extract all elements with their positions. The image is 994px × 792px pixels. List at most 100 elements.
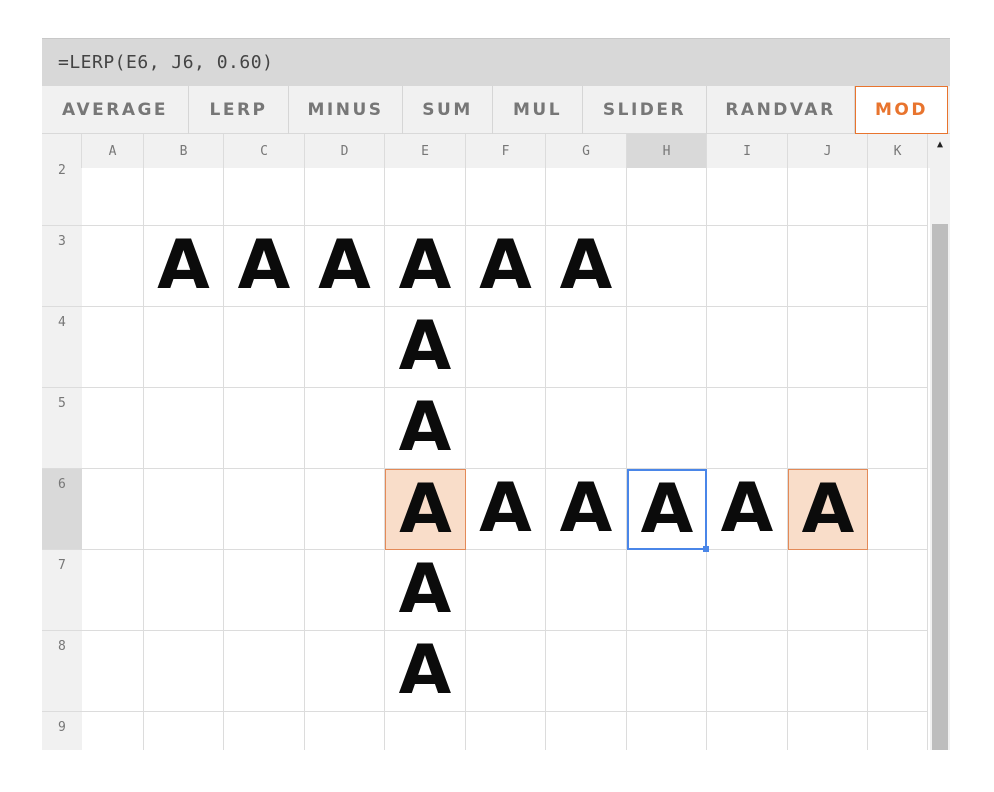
cell-g7[interactable] [546,550,627,631]
cell-e4[interactable]: A [385,307,466,388]
cell-a5[interactable] [82,388,144,469]
cell-g6[interactable]: A [546,469,627,550]
cell-d3[interactable]: A [305,226,385,307]
cell-h5[interactable] [627,388,707,469]
cell-h3[interactable] [627,226,707,307]
row-header-4[interactable]: 4 [42,307,82,388]
cell-k5[interactable] [868,388,928,469]
cell-k6[interactable] [868,469,928,550]
cell-e3[interactable]: A [385,226,466,307]
cell-h2[interactable] [627,168,707,226]
cell-i3[interactable] [707,226,788,307]
cell-b2[interactable] [144,168,224,226]
column-header-g[interactable]: G [546,134,627,168]
cell-k8[interactable] [868,631,928,712]
column-header-b[interactable]: B [144,134,224,168]
cell-e5[interactable]: A [385,388,466,469]
cell-b4[interactable] [144,307,224,388]
cell-e8[interactable]: A [385,631,466,712]
cell-b3[interactable]: A [144,226,224,307]
cell-j7[interactable] [788,550,868,631]
cell-k2[interactable] [868,168,928,226]
column-header-f[interactable]: F [466,134,546,168]
cell-a9[interactable] [82,712,144,750]
cell-g9[interactable] [546,712,627,750]
cell-f4[interactable] [466,307,546,388]
cell-c5[interactable] [224,388,305,469]
cell-c9[interactable] [224,712,305,750]
tool-button-randvar[interactable]: RANDVAR [707,86,855,134]
cell-c4[interactable] [224,307,305,388]
column-header-k[interactable]: K [868,134,928,168]
row-header-6[interactable]: 6 [42,469,82,550]
cell-h8[interactable] [627,631,707,712]
cell-i5[interactable] [707,388,788,469]
cell-f9[interactable] [466,712,546,750]
column-header-a[interactable]: A [82,134,144,168]
column-header-i[interactable]: I [707,134,788,168]
cell-b6[interactable] [144,469,224,550]
tool-button-lerp[interactable]: LERP [189,86,289,134]
cell-a3[interactable] [82,226,144,307]
cell-d6[interactable] [305,469,385,550]
cell-a4[interactable] [82,307,144,388]
cell-i7[interactable] [707,550,788,631]
row-header-5[interactable]: 5 [42,388,82,469]
column-header-h[interactable]: H [627,134,707,168]
cell-d2[interactable] [305,168,385,226]
column-header-j[interactable]: J [788,134,868,168]
cell-j3[interactable] [788,226,868,307]
cell-d7[interactable] [305,550,385,631]
cell-j6[interactable]: A [788,469,868,550]
cell-j8[interactable] [788,631,868,712]
cell-d4[interactable] [305,307,385,388]
tool-button-minus[interactable]: MINUS [289,86,403,134]
cell-g8[interactable] [546,631,627,712]
cell-h6[interactable]: A [627,469,707,550]
cell-k9[interactable] [868,712,928,750]
cell-d9[interactable] [305,712,385,750]
row-header-8[interactable]: 8 [42,631,82,712]
cell-e6[interactable]: A [385,469,466,550]
cell-f2[interactable] [466,168,546,226]
row-header-2[interactable]: 2 [42,164,82,226]
cell-c8[interactable] [224,631,305,712]
column-header-c[interactable]: C [224,134,305,168]
formula-bar[interactable]: =LERP(E6, J6, 0.60) [42,38,950,86]
cell-i2[interactable] [707,168,788,226]
tool-button-mul[interactable]: MUL [493,86,583,134]
cell-a6[interactable] [82,469,144,550]
row-header-9[interactable]: 9 [42,712,82,750]
cell-a7[interactable] [82,550,144,631]
cell-j9[interactable] [788,712,868,750]
cell-c7[interactable] [224,550,305,631]
cell-b9[interactable] [144,712,224,750]
cell-c2[interactable] [224,168,305,226]
fill-handle[interactable] [703,546,709,552]
cell-a2[interactable] [82,168,144,226]
cell-i9[interactable] [707,712,788,750]
cell-f3[interactable]: A [466,226,546,307]
cell-g2[interactable] [546,168,627,226]
row-header-3[interactable]: 3 [42,226,82,307]
row-header-7[interactable]: 7 [42,550,82,631]
cell-f8[interactable] [466,631,546,712]
cell-g3[interactable]: A [546,226,627,307]
cell-h4[interactable] [627,307,707,388]
cell-a8[interactable] [82,631,144,712]
tool-button-average[interactable]: AVERAGE [42,86,189,134]
scroll-up-icon[interactable]: ▲ [930,138,950,152]
cell-f6[interactable]: A [466,469,546,550]
tool-button-mod[interactable]: MOD [855,86,948,134]
cell-c3[interactable]: A [224,226,305,307]
cell-h9[interactable] [627,712,707,750]
cell-k3[interactable] [868,226,928,307]
cell-j5[interactable] [788,388,868,469]
cell-d8[interactable] [305,631,385,712]
cell-k4[interactable] [868,307,928,388]
cell-b7[interactable] [144,550,224,631]
cell-h7[interactable] [627,550,707,631]
cell-f5[interactable] [466,388,546,469]
cell-j4[interactable] [788,307,868,388]
scroll-thumb[interactable] [932,224,948,750]
